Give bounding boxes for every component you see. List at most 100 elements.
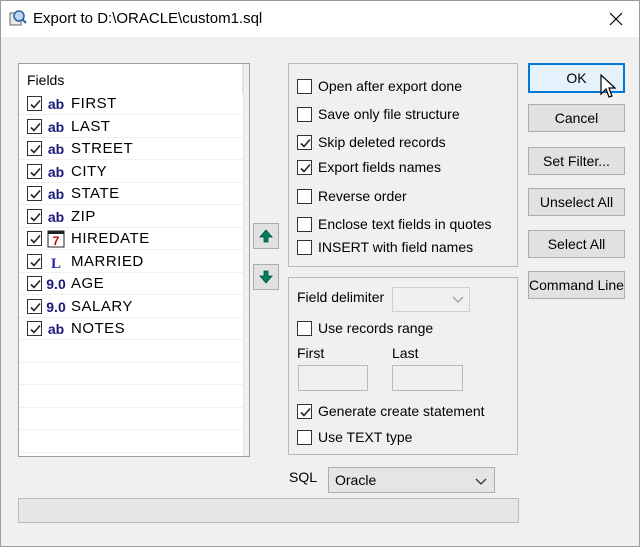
option-label: Reverse order xyxy=(318,188,407,204)
sql-dialect-value: Oracle xyxy=(335,472,377,488)
sql-dialect-select[interactable]: Oracle xyxy=(328,467,495,493)
field-checkbox[interactable] xyxy=(27,321,42,336)
text-type-icon: ab xyxy=(47,208,65,225)
set-filter-button[interactable]: Set Filter... xyxy=(528,147,625,175)
field-checkbox[interactable] xyxy=(27,253,42,269)
field-row-married[interactable]: L MARRIED xyxy=(19,251,243,273)
field-checkbox[interactable] xyxy=(27,118,42,134)
option-label: Open after export done xyxy=(318,78,462,94)
field-row-hiredate[interactable]: 7 HIREDATE xyxy=(19,228,243,250)
cancel-button[interactable]: Cancel xyxy=(528,104,625,132)
svg-text:7: 7 xyxy=(53,234,60,248)
app-icon xyxy=(9,10,27,26)
field-row-zip[interactable]: ab ZIP xyxy=(19,206,243,228)
generate-create-checkbox[interactable] xyxy=(297,403,312,419)
first-label: First xyxy=(297,345,325,361)
field-name: FIRST xyxy=(71,95,117,112)
text-type-icon: ab xyxy=(47,118,65,135)
field-checkbox[interactable] xyxy=(27,186,42,201)
option-label: Export fields names xyxy=(318,159,441,175)
field-name: HIREDATE xyxy=(71,230,150,247)
close-button[interactable] xyxy=(593,1,639,37)
option-2[interactable]: Skip deleted records xyxy=(297,132,446,152)
fields-list[interactable]: Fields ab FIRST ab LAST ab STREET ab CITY ab STAT… xyxy=(18,63,250,457)
unselect-all-button[interactable]: Unselect All xyxy=(528,188,625,216)
option-checkbox[interactable] xyxy=(297,134,312,150)
field-row-last[interactable]: ab LAST xyxy=(19,116,243,138)
field-delimiter-select[interactable] xyxy=(392,287,470,312)
option-5[interactable]: Enclose text fields in quotes xyxy=(297,214,492,234)
option-label: Save only file structure xyxy=(318,106,460,122)
sql-label: SQL xyxy=(289,469,318,485)
field-name: LAST xyxy=(71,117,111,135)
move-down-button[interactable] xyxy=(253,264,279,290)
field-checkbox[interactable] xyxy=(27,208,42,224)
text-type-icon: ab xyxy=(47,186,65,202)
field-row-first[interactable]: ab FIRST xyxy=(19,93,243,115)
field-checkbox[interactable] xyxy=(27,298,42,314)
chevron-down-icon xyxy=(452,296,464,303)
field-row-city[interactable]: ab CITY xyxy=(19,161,243,183)
option-checkbox[interactable] xyxy=(297,239,312,255)
option-0[interactable]: Open after export done xyxy=(297,76,462,96)
text-type-icon: ab xyxy=(47,141,65,157)
option-3[interactable]: Export fields names xyxy=(297,157,441,177)
field-checkbox[interactable] xyxy=(27,141,42,156)
option-checkbox[interactable] xyxy=(297,106,312,122)
field-delimiter-label: Field delimiter xyxy=(297,289,385,305)
option-checkbox[interactable] xyxy=(297,216,312,232)
field-name: NOTES xyxy=(71,320,126,337)
field-checkbox[interactable] xyxy=(27,163,42,179)
option-label: Skip deleted records xyxy=(318,134,446,150)
empty-row xyxy=(19,431,243,453)
fields-scrollbar[interactable] xyxy=(243,64,249,456)
date-type-icon: 7 xyxy=(45,229,67,249)
last-record-input[interactable] xyxy=(392,365,463,391)
field-checkbox[interactable] xyxy=(27,231,42,246)
field-row-notes[interactable]: ab NOTES xyxy=(19,318,243,340)
use-records-range-label: Use records range xyxy=(318,320,434,336)
generate-create-label: Generate create statement xyxy=(318,403,485,419)
use-text-type-checkbox[interactable] xyxy=(297,429,312,445)
option-checkbox[interactable] xyxy=(297,188,312,204)
empty-row xyxy=(19,363,243,385)
title-bar[interactable]: Export to D:\ORACLE\custom1.sql xyxy=(1,1,639,37)
field-name: SALARY xyxy=(71,297,133,315)
use-records-range-checkbox[interactable] xyxy=(297,320,312,336)
field-name: CITY xyxy=(71,162,108,180)
last-label: Last xyxy=(392,345,419,361)
chevron-down-icon xyxy=(475,478,487,485)
fields-header: Fields xyxy=(19,64,243,94)
close-icon xyxy=(609,12,623,26)
move-up-button[interactable] xyxy=(253,223,279,249)
field-name: STREET xyxy=(71,140,134,157)
field-row-street[interactable]: ab STREET xyxy=(19,138,243,160)
field-row-state[interactable]: ab STATE xyxy=(19,183,243,205)
first-record-input[interactable] xyxy=(298,365,368,391)
option-checkbox[interactable] xyxy=(297,78,312,94)
field-row-salary[interactable]: 9.0 SALARY xyxy=(19,296,243,318)
command-line-button[interactable]: Command Line xyxy=(528,271,625,299)
arrow-down-icon xyxy=(259,270,273,284)
mouse-cursor-icon xyxy=(600,74,616,98)
export-dialog: Export to D:\ORACLE\custom1.sql Fields a… xyxy=(0,0,640,547)
option-checkbox[interactable] xyxy=(297,159,312,175)
use-text-type-option[interactable]: Use TEXT type xyxy=(297,427,412,447)
option-6[interactable]: INSERT with field names xyxy=(297,237,473,257)
svg-text:L: L xyxy=(51,256,61,271)
select-all-button[interactable]: Select All xyxy=(528,230,625,258)
arrow-up-icon xyxy=(259,229,273,243)
field-name: ZIP xyxy=(71,207,96,225)
field-name: AGE xyxy=(71,275,105,292)
generate-create-option[interactable]: Generate create statement xyxy=(297,401,485,421)
field-row-age[interactable]: 9.0 AGE xyxy=(19,273,243,295)
field-checkbox[interactable] xyxy=(27,276,42,291)
option-label: INSERT with field names xyxy=(318,239,474,255)
use-records-range-option[interactable]: Use records range xyxy=(297,318,433,338)
field-name: MARRIED xyxy=(71,252,144,270)
text-type-icon: ab xyxy=(47,321,65,337)
option-1[interactable]: Save only file structure xyxy=(297,104,460,124)
empty-row xyxy=(19,386,243,408)
field-checkbox[interactable] xyxy=(27,96,42,111)
option-4[interactable]: Reverse order xyxy=(297,186,407,206)
